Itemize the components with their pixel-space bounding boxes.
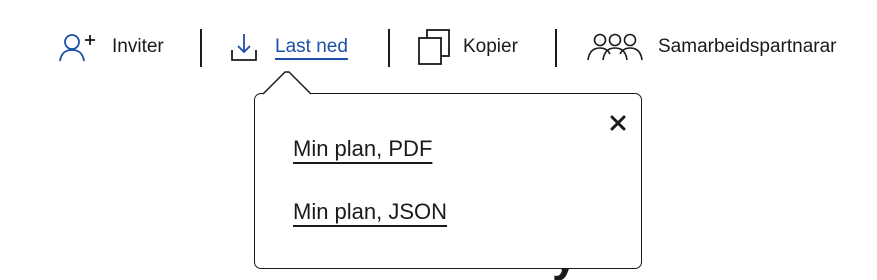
copy-label: Kopier bbox=[463, 36, 518, 57]
toolbar: Inviter Last ned Kopier Samarbeidspartna… bbox=[0, 0, 877, 94]
toolbar-divider bbox=[200, 29, 202, 67]
invite-button[interactable]: Inviter bbox=[58, 28, 164, 66]
download-json-link[interactable]: Min plan, JSON bbox=[293, 199, 447, 225]
invite-label: Inviter bbox=[112, 36, 164, 57]
collaborators-label: Samarbeidspartnarar bbox=[658, 36, 837, 57]
copy-button[interactable]: Kopier bbox=[417, 28, 518, 66]
toolbar-divider bbox=[555, 29, 557, 67]
download-popover: Min plan, PDF Min plan, JSON bbox=[254, 93, 642, 269]
download-button[interactable]: Last ned bbox=[229, 28, 348, 66]
toolbar-divider bbox=[388, 29, 390, 67]
group-icon bbox=[586, 31, 644, 63]
page: y Inviter bbox=[0, 0, 877, 280]
close-button[interactable] bbox=[609, 114, 627, 132]
collaborators-button[interactable]: Samarbeidspartnarar bbox=[586, 28, 836, 66]
download-pdf-link[interactable]: Min plan, PDF bbox=[293, 136, 432, 162]
download-label: Last ned bbox=[275, 36, 348, 57]
copy-icon bbox=[417, 28, 453, 66]
popover-arrow bbox=[262, 70, 319, 96]
close-icon bbox=[610, 115, 626, 131]
add-person-icon bbox=[58, 30, 100, 64]
download-icon bbox=[229, 30, 259, 64]
